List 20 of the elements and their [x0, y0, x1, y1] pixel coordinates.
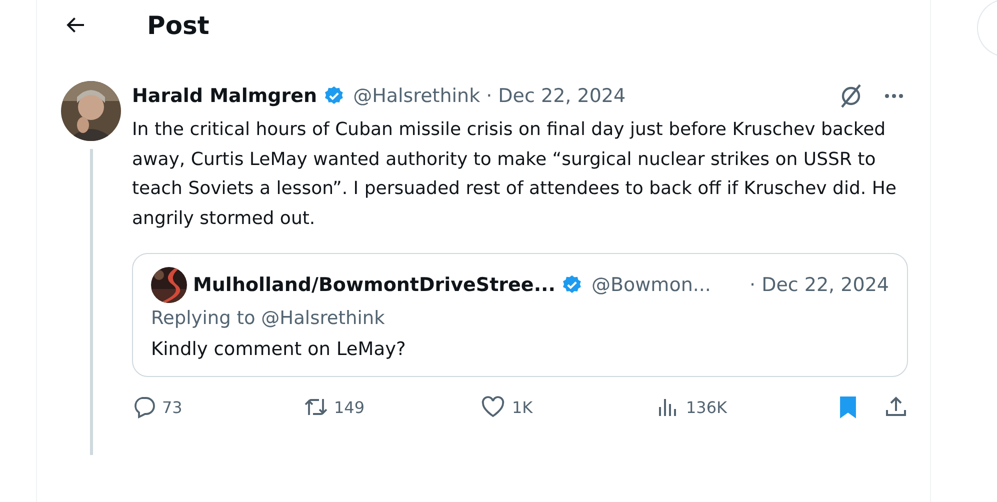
- quoted-author-handle: @Bowmon...: [591, 274, 711, 296]
- like-button[interactable]: 1K: [480, 395, 656, 419]
- speech-bubble-icon: [132, 395, 156, 419]
- repost-button[interactable]: 149: [304, 395, 480, 419]
- heart-icon: [480, 395, 506, 419]
- reply-button[interactable]: 73: [132, 395, 304, 419]
- slashed-circle-icon[interactable]: [838, 83, 864, 109]
- quoted-author-name: Mulholland/BowmontDriveStree...: [193, 274, 556, 296]
- author-handle[interactable]: @Halsrethink: [353, 85, 480, 107]
- page-title: Post: [147, 10, 210, 40]
- quoted-post-date: · Dec 22, 2024: [750, 274, 889, 296]
- post-date[interactable]: · Dec 22, 2024: [486, 85, 626, 107]
- quoted-post-card[interactable]: Mulholland/BowmontDriveStree... @Bowmon... · Dec 22, 2024 Replying to @Halsrethink Kindly comment on LeMay?: [132, 253, 908, 377]
- share-icon: [884, 395, 908, 419]
- author-name[interactable]: Harald Malmgren: [132, 85, 318, 107]
- quoted-post-text: Kindly comment on LeMay?: [151, 339, 407, 360]
- replying-to-text: Replying to @Halsrethink: [151, 308, 386, 329]
- post-text: In the critical hours of Cuban missile crisis on final day just before Kruschev backed away, Curtis LeMay wanted authority to make “surgical nuclear strikes on USSR to teach Soviets a lesson”. I persuaded rest of attendees to back off if Kruschev did. He angrily stormed out.: [132, 118, 898, 230]
- views-button[interactable]: 136K: [656, 395, 832, 419]
- share-button[interactable]: [884, 395, 908, 419]
